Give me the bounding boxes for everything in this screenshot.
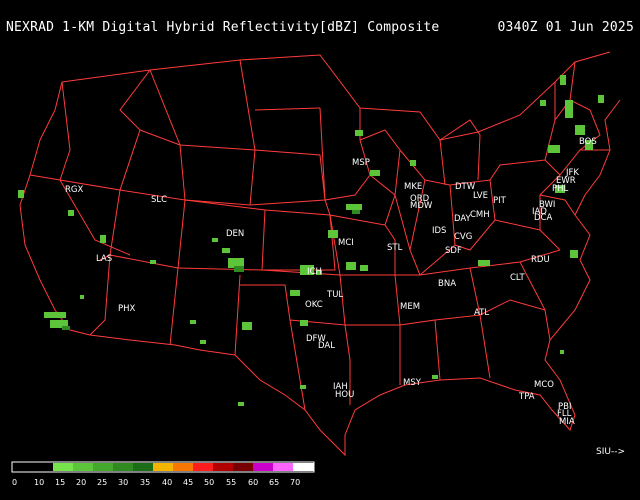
colorbar-tick-label: 55 <box>226 478 236 487</box>
colorbar-tick-label: 60 <box>248 478 258 487</box>
city-atl: ATL <box>474 308 489 318</box>
colorbar-swatch <box>293 463 314 471</box>
colorbar-tick-label: 0 <box>12 478 17 487</box>
city-bna: BNA <box>438 279 456 289</box>
city-msp: MSP <box>352 158 370 168</box>
city-mia: MIA <box>559 417 575 427</box>
city-ich: ICH <box>307 267 322 277</box>
city-mdw: MDW <box>410 201 433 211</box>
city-phx: PHX <box>118 304 136 314</box>
city-clt: CLT <box>510 273 526 283</box>
radar-echoes <box>18 75 604 406</box>
city-msy: MSY <box>403 378 422 388</box>
city-dca: DCA <box>534 213 552 223</box>
colorbar-labels: 0 10 15 20 25 30 35 40 45 50 55 60 65 70 <box>12 478 300 487</box>
city-mci: MCI <box>338 238 354 248</box>
city-dal: DAL <box>318 341 335 351</box>
city-pit: PIT <box>493 196 507 206</box>
city-rdu: RDU <box>531 255 550 265</box>
city-cmh: CMH <box>470 210 490 220</box>
colorbar-swatch <box>113 463 134 471</box>
colorbar-swatch <box>153 463 174 471</box>
city-las: LAS <box>96 254 112 264</box>
city-day: DAY <box>454 214 472 224</box>
city-slc: SLC <box>151 195 167 205</box>
colorbar-tick-label: 65 <box>269 478 279 487</box>
colorbar-tick-label: 10 <box>34 478 44 487</box>
colorbar-swatch <box>13 463 34 471</box>
colorbar: 0 10 15 20 25 30 35 40 45 50 55 60 65 70 <box>11 461 315 487</box>
city-ids: IDS <box>432 226 446 236</box>
colorbar-swatch <box>33 463 54 471</box>
radar-screen: NEXRAD 1-KM Digital Hybrid Reflectivity[… <box>0 0 640 500</box>
city-mem: MEM <box>400 302 420 312</box>
colorbar-swatch <box>213 463 234 471</box>
city-sdf: SDF <box>445 246 462 256</box>
colorbar-swatch <box>73 463 94 471</box>
colorbar-swatch <box>53 463 74 471</box>
colorbar-swatch <box>273 463 294 471</box>
radar-map: RGX SLC DEN LAS PHX MSP MKE ORD MDW DTW … <box>11 51 621 487</box>
colorbar-swatch <box>193 463 214 471</box>
city-rgx: RGX <box>65 185 83 195</box>
colorbar-tick-label: 45 <box>183 478 193 487</box>
city-phl: PHL <box>552 184 569 194</box>
colorbar-swatches <box>13 463 314 471</box>
colorbar-tick-label: 40 <box>162 478 172 487</box>
city-mco: MCO <box>534 380 554 390</box>
colorbar-swatch <box>133 463 154 471</box>
city-cvg: CVG <box>454 232 472 242</box>
city-stl: STL <box>387 243 403 253</box>
colorbar-swatch <box>233 463 254 471</box>
city-mke: MKE <box>404 182 422 192</box>
sweep-indicator: SIU--> <box>596 447 625 457</box>
colorbar-tick-label: 70 <box>290 478 300 487</box>
colorbar-swatch <box>93 463 114 471</box>
city-tpa: TPA <box>518 392 535 402</box>
colorbar-tick-label: 25 <box>97 478 107 487</box>
colorbar-tick-label: 20 <box>76 478 86 487</box>
city-lve: LVE <box>473 191 488 201</box>
colorbar-tick-label: 15 <box>55 478 65 487</box>
city-den: DEN <box>226 229 244 239</box>
city-labels: RGX SLC DEN LAS PHX MSP MKE ORD MDW DTW … <box>65 137 597 427</box>
city-bos: BOS <box>579 137 597 147</box>
city-hou: HOU <box>335 390 354 400</box>
colorbar-tick-label: 35 <box>140 478 150 487</box>
colorbar-swatch <box>253 463 274 471</box>
city-okc: OKC <box>305 300 323 310</box>
colorbar-tick-label: 50 <box>204 478 214 487</box>
colorbar-swatch <box>173 463 194 471</box>
city-tul: TUL <box>326 290 343 300</box>
colorbar-tick-label: 30 <box>118 478 128 487</box>
